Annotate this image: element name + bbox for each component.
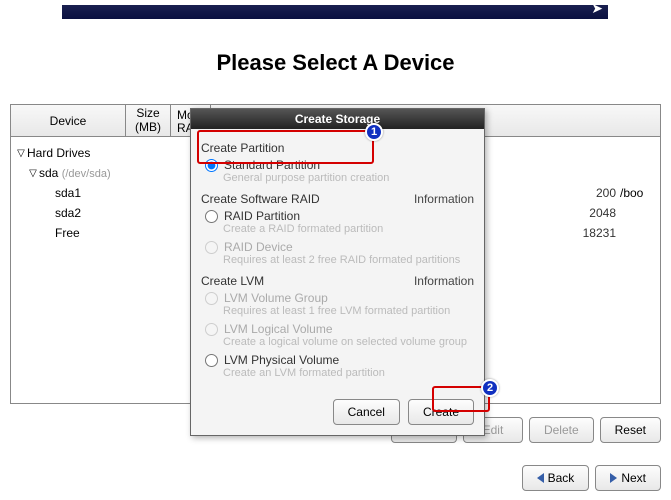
section-create-lvm: Create LVMInformation [201,274,474,288]
dialog-title: Create Storage [191,109,484,129]
radio-input[interactable] [205,159,218,172]
radio-input[interactable] [205,354,218,367]
hint-standard: General purpose partition creation [201,172,474,186]
section-create-partition: Create Partition [201,141,474,155]
hint-lvm-pv: Create an LVM formated partition [201,367,474,381]
reset-button[interactable]: Reset [600,417,661,443]
back-button[interactable]: Back [522,465,590,491]
col-size[interactable]: Size (MB) [126,105,171,136]
col-device[interactable]: Device [11,105,126,136]
info-link-lvm[interactable]: Information [414,274,474,288]
arrow-left-icon [537,473,544,483]
radio-raid-partition[interactable]: RAID Partition [201,206,474,223]
hint-raid-dev: Requires at least 2 free RAID formated p… [201,254,474,268]
expand-icon[interactable]: ▽ [27,168,39,179]
window-bar [62,5,608,19]
arrow-right-icon [610,473,617,483]
radio-lvm-pv[interactable]: LVM Physical Volume [201,350,474,367]
page-header: Please Select A Device [0,50,671,76]
hint-lvm-vg: Requires at least 1 free LVM formated pa… [201,305,474,319]
radio-lvm-vg: LVM Volume Group [201,288,474,305]
radio-lvm-lv: LVM Logical Volume [201,319,474,336]
dialog-create-button[interactable]: Create [408,399,474,425]
radio-input [205,323,218,336]
wizard-nav: Back Next [522,465,661,491]
radio-input [205,241,218,254]
radio-input [205,292,218,305]
hint-raid-part: Create a RAID formated partition [201,223,474,237]
hint-lvm-lv: Create a logical volume on selected volu… [201,336,474,350]
radio-standard-partition[interactable]: Standard Partition [201,155,474,172]
next-button[interactable]: Next [595,465,661,491]
radio-input[interactable] [205,210,218,223]
dialog-actions: Cancel Create [191,391,484,435]
expand-icon[interactable]: ▽ [15,148,27,159]
radio-raid-device: RAID Device [201,237,474,254]
delete-button: Delete [529,417,594,443]
cancel-button[interactable]: Cancel [333,399,400,425]
section-create-raid: Create Software RAIDInformation [201,192,474,206]
info-link-raid[interactable]: Information [414,192,474,206]
create-storage-dialog: Create Storage Create Partition Standard… [190,108,485,436]
page-title: Please Select A Device [0,50,671,76]
